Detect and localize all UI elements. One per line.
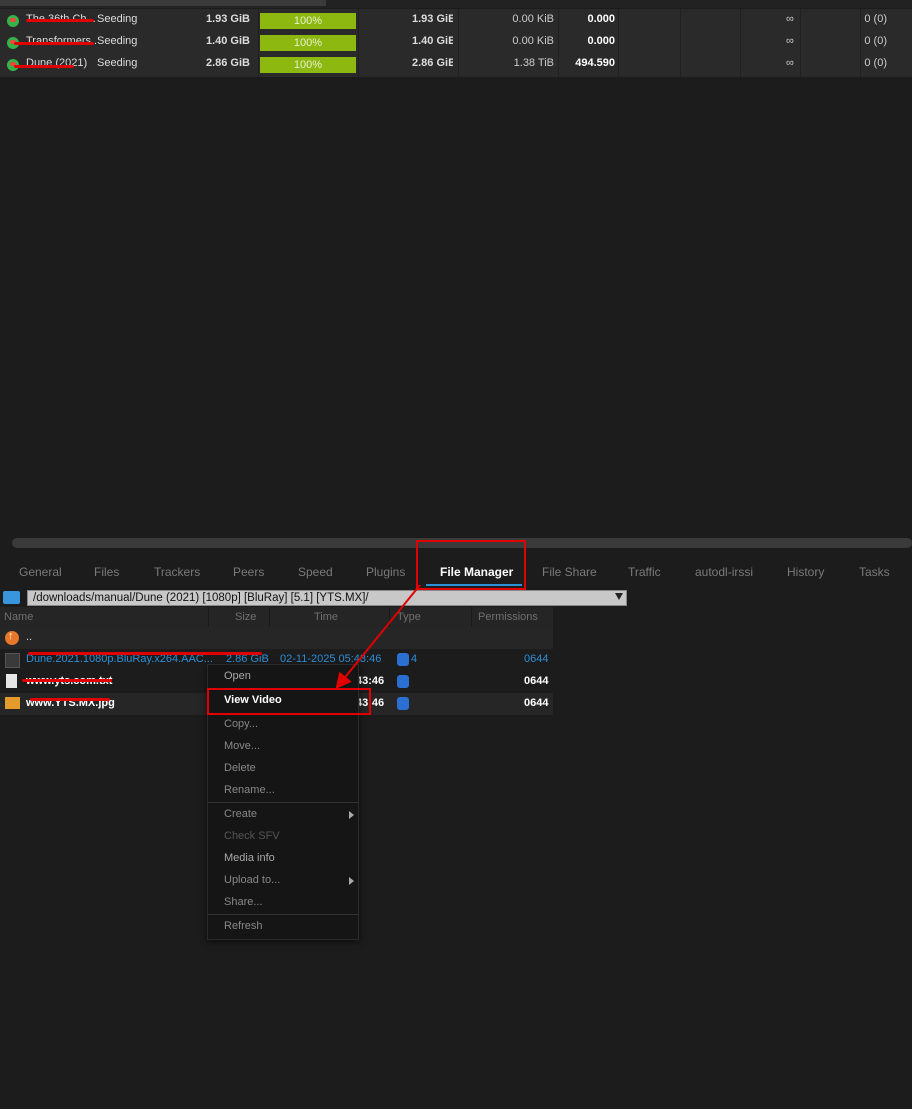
annotation-arrow (335, 584, 421, 690)
